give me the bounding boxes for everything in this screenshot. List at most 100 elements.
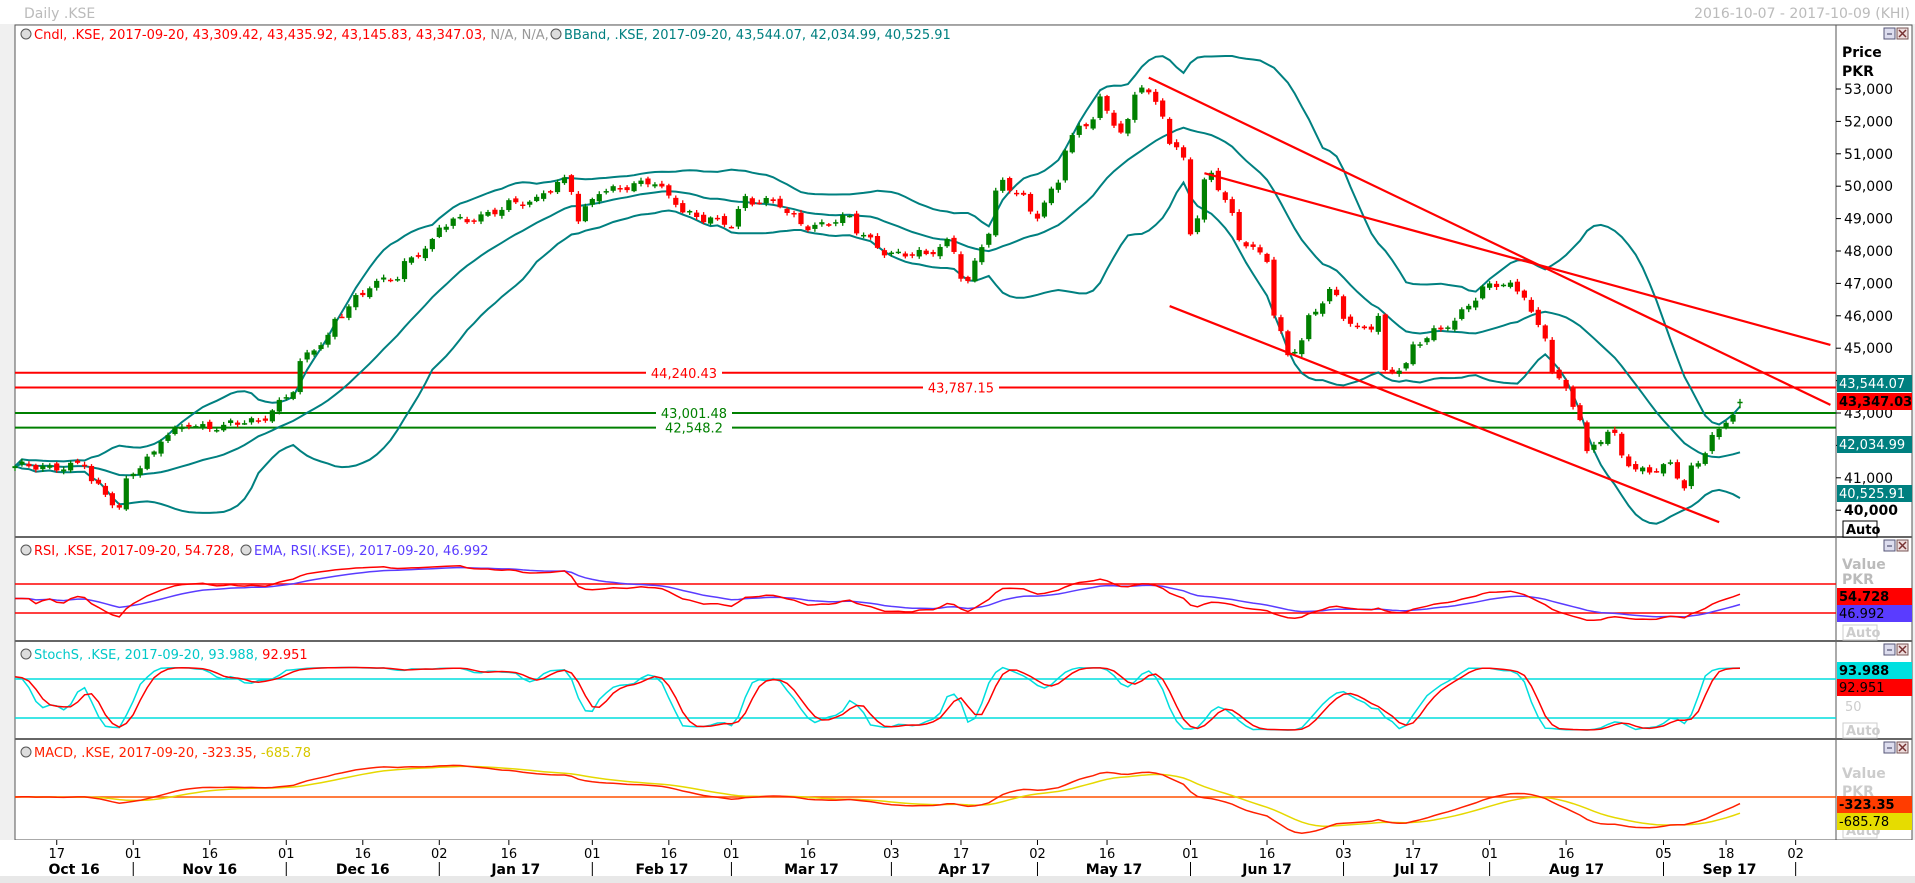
candle[interactable] (1069, 132, 1075, 154)
candle[interactable] (1187, 157, 1194, 236)
candle[interactable] (568, 174, 575, 195)
price-legend[interactable]: Cndl, .KSE, 2017-09-20, 43,309.42, 43,43… (20, 28, 951, 43)
candle[interactable] (1375, 313, 1381, 335)
minimize-panel-button[interactable] (1883, 643, 1896, 656)
clock-icon[interactable] (20, 746, 32, 758)
x-tick-label: 17 (1405, 847, 1422, 862)
month-label: May 17 (1086, 862, 1142, 878)
candle[interactable] (993, 187, 999, 237)
candle[interactable] (269, 409, 275, 423)
candle-body (339, 316, 345, 319)
svg-text:Auto[interactable]: Auto (1846, 523, 1881, 538)
candle[interactable] (332, 317, 338, 340)
candle[interactable] (735, 206, 741, 230)
stoch-legend[interactable]: StochS, .KSE, 2017-09-20, 93.988, 92.951 (20, 648, 308, 663)
macd-legend[interactable]: MACD, .KSE, 2017-09-20, -323.35, -685.78 (20, 746, 311, 761)
candle[interactable] (1229, 196, 1235, 216)
candle[interactable] (346, 304, 352, 321)
candle[interactable] (1306, 313, 1312, 342)
price-auto-button[interactable]: Auto (1842, 520, 1881, 538)
candle-body (311, 350, 317, 355)
candle[interactable] (1674, 459, 1680, 480)
close-panel-button[interactable] (1896, 27, 1909, 40)
candle[interactable] (1480, 284, 1486, 300)
candle[interactable] (582, 203, 588, 223)
candle[interactable] (979, 244, 985, 265)
candle[interactable] (1278, 314, 1284, 334)
candle[interactable] (1584, 420, 1590, 454)
macd-legend-text[interactable]: MACD, .KSE, 2017-09-20, -323.35, (34, 746, 257, 761)
rsi-legend[interactable]: RSI, .KSE, 2017-09-20, 54.728, EMA, RSI(… (20, 544, 489, 559)
svg-text:Auto[interactable]: Auto (1846, 626, 1881, 641)
minimize-panel-button[interactable] (1883, 741, 1896, 754)
candle-body (304, 352, 310, 360)
candle[interactable] (506, 198, 512, 212)
candle[interactable] (1264, 252, 1270, 264)
candle[interactable] (1160, 98, 1166, 119)
candle[interactable] (1605, 429, 1611, 446)
candle[interactable] (1041, 200, 1048, 219)
candle[interactable] (1535, 307, 1541, 328)
candle[interactable] (290, 391, 296, 401)
ema-legend-text[interactable]: EMA, RSI(.KSE), 2017-09-20, 46.992 (254, 544, 489, 559)
candle[interactable] (1125, 117, 1131, 137)
candle[interactable] (1097, 93, 1103, 121)
candle[interactable] (1382, 313, 1388, 372)
close-panel-button[interactable] (1896, 643, 1909, 656)
candle[interactable] (575, 191, 582, 224)
candle[interactable] (951, 235, 957, 254)
candle[interactable] (1215, 167, 1221, 192)
candle-body (1167, 118, 1173, 144)
candle[interactable] (1167, 117, 1173, 146)
candle[interactable] (1570, 385, 1576, 410)
candle[interactable] (1201, 177, 1208, 223)
rsi-legend-text[interactable]: RSI, .KSE, 2017-09-20, 54.728, (34, 544, 234, 559)
candle[interactable] (1132, 91, 1138, 123)
candle[interactable] (1271, 256, 1277, 319)
candle-body (840, 214, 846, 224)
candle[interactable] (1688, 462, 1694, 489)
macd-signal-legend[interactable]: -685.78 (261, 746, 311, 761)
close-panel-button[interactable] (1896, 539, 1909, 552)
chart-canvas: Daily .KSE 2016-10-07 - 2017-10-09 (KHI)… (0, 0, 1915, 883)
candle[interactable] (401, 258, 408, 282)
stoch-auto-button[interactable]: Auto (1842, 722, 1881, 739)
minimize-panel-button[interactable] (1883, 27, 1896, 40)
candle[interactable] (1619, 432, 1625, 459)
candle[interactable] (1062, 148, 1068, 183)
candle[interactable] (854, 210, 860, 236)
candle[interactable] (367, 286, 373, 299)
clock-icon[interactable] (240, 544, 252, 556)
candle[interactable] (1577, 402, 1583, 422)
minimize-panel-button[interactable] (1883, 539, 1896, 552)
candle[interactable] (88, 464, 95, 484)
stoch-k-legend[interactable]: StochS, .KSE, 2017-09-20, 93.988, (34, 648, 258, 663)
candle[interactable] (1459, 307, 1465, 321)
candle[interactable] (958, 251, 964, 282)
clock-icon[interactable] (20, 544, 32, 556)
close-panel-button[interactable] (1896, 741, 1909, 754)
rsi-auto-button[interactable]: Auto (1842, 624, 1881, 641)
x-tick-label: 16 (201, 847, 218, 862)
candle[interactable] (1702, 451, 1708, 466)
candle-body (1055, 182, 1061, 190)
clock-icon[interactable] (550, 28, 562, 40)
clock-icon[interactable] (20, 648, 32, 660)
candle[interactable] (297, 358, 303, 395)
svg-text:Auto[interactable]: Auto (1846, 724, 1881, 739)
bband-legend[interactable]: BBand, .KSE, 2017-09-20, 43,544.07, 42,0… (564, 28, 951, 43)
candle-body (325, 334, 331, 345)
stoch-d-legend[interactable]: 92.951 (262, 648, 308, 663)
candle[interactable] (1236, 209, 1242, 242)
candle[interactable] (1709, 432, 1715, 454)
candle[interactable] (123, 475, 129, 511)
candle[interactable] (1048, 186, 1054, 206)
candle[interactable] (1410, 341, 1416, 366)
cndl-legend[interactable]: Cndl, .KSE, 2017-09-20, 43,309.42, 43,43… (34, 28, 486, 43)
candle[interactable] (1111, 110, 1117, 128)
clock-icon[interactable] (20, 28, 32, 40)
candle[interactable] (972, 258, 978, 283)
candle[interactable] (1340, 294, 1347, 322)
candle[interactable] (1027, 192, 1034, 215)
candle[interactable] (1549, 337, 1555, 375)
